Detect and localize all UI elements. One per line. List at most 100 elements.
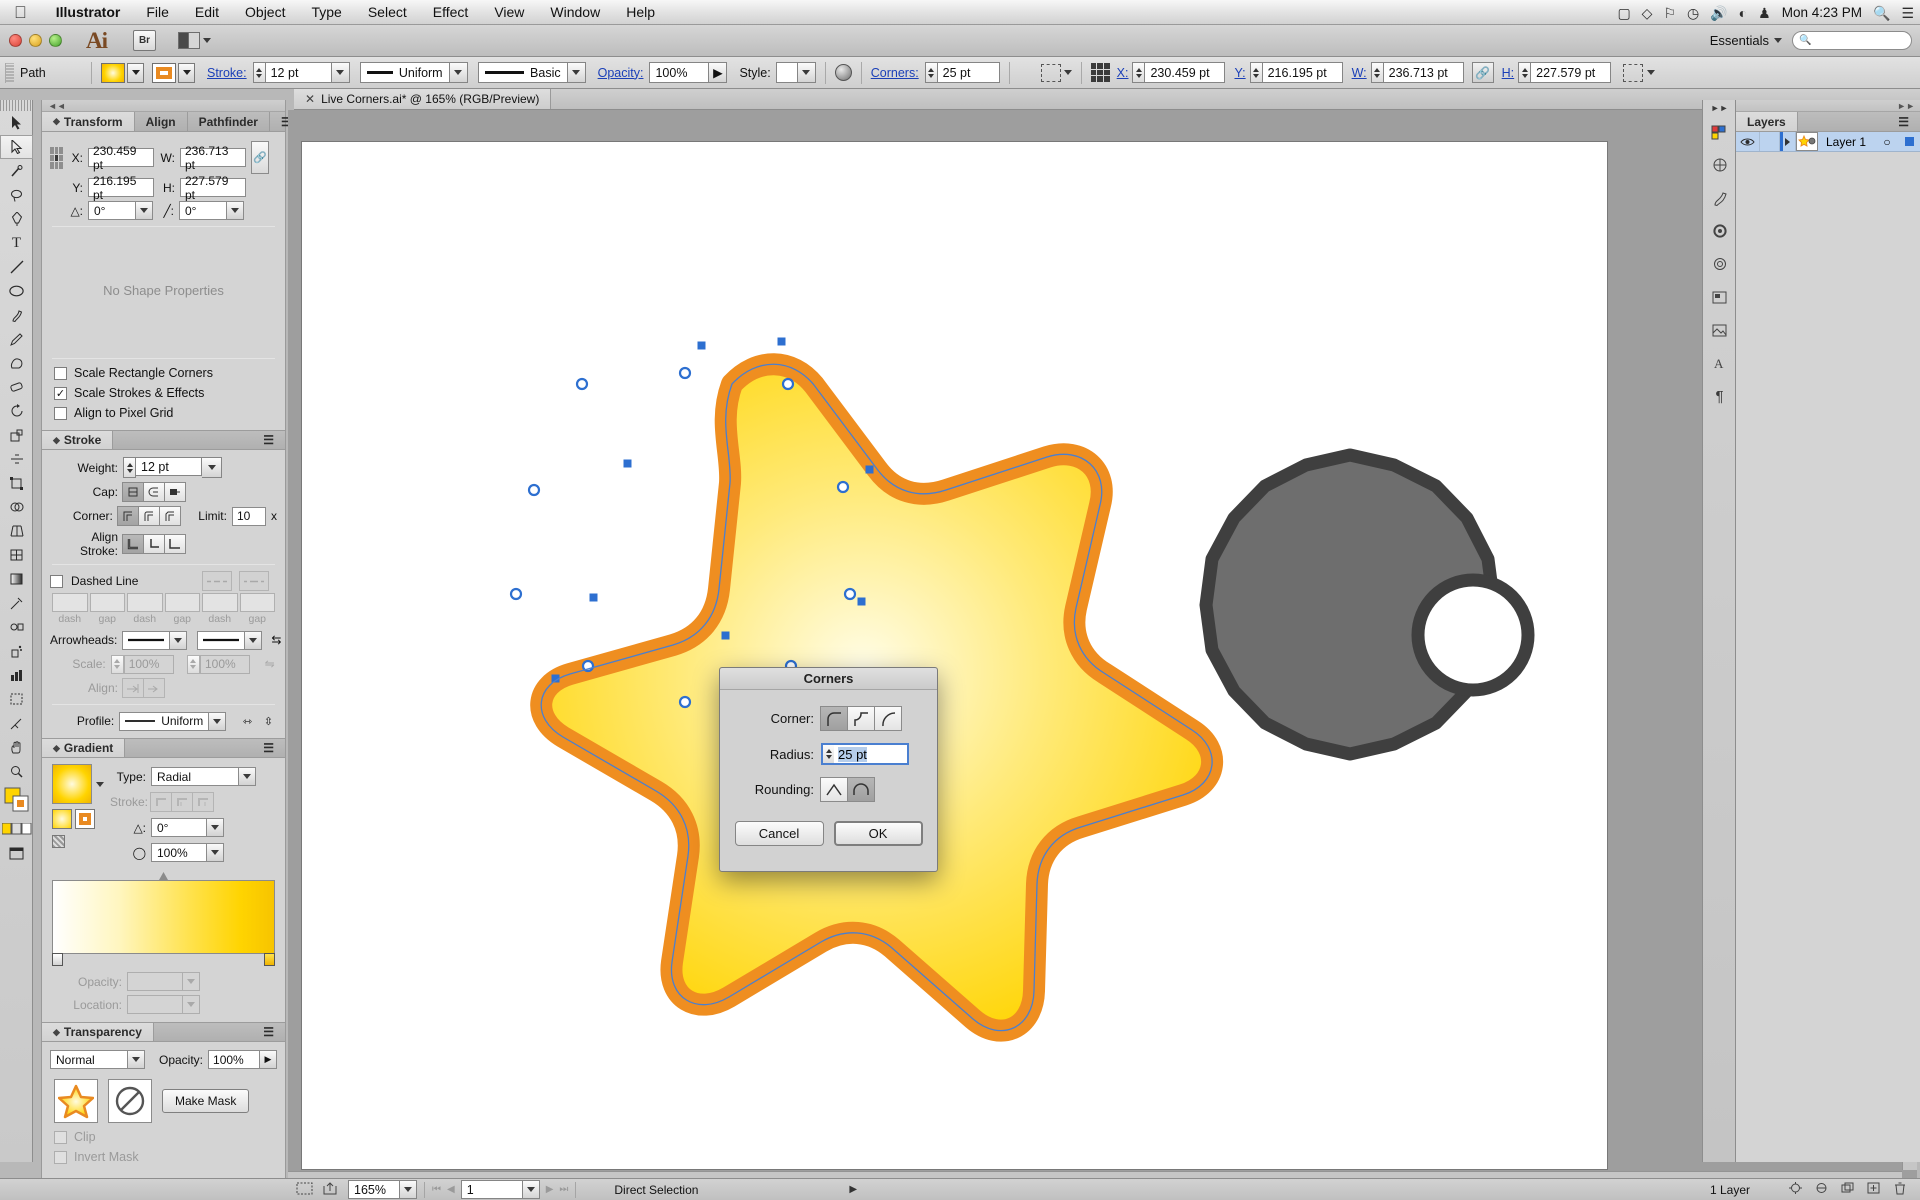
recolor-artwork-icon[interactable] <box>834 64 852 81</box>
arrowhead-end-combo[interactable] <box>197 630 263 650</box>
gradient-midpoint-marker[interactable] <box>159 872 168 880</box>
align-stroke-outside-button[interactable] <box>164 534 186 554</box>
transform-w-input[interactable]: 236.713 pt <box>180 144 246 172</box>
perspective-grid-tool[interactable] <box>0 519 33 543</box>
stroke-profile-dropdown[interactable] <box>209 711 227 731</box>
gradient-stroke-button[interactable] <box>75 809 95 829</box>
miter-join-button[interactable] <box>116 506 139 526</box>
height-label[interactable]: H: <box>1502 66 1515 80</box>
dash-adjust-button[interactable] <box>239 571 269 591</box>
make-mask-button[interactable]: Make Mask <box>162 1089 250 1113</box>
selection-tool[interactable] <box>0 111 33 135</box>
dropbox-icon[interactable]: ◇ <box>1642 6 1653 20</box>
layer-lock-toggle[interactable] <box>1760 132 1780 151</box>
gradient-angle-combo[interactable]: 0° <box>151 818 224 837</box>
eraser-tool[interactable] <box>0 375 33 399</box>
create-new-layer-icon[interactable] <box>1867 1182 1880 1197</box>
invert-mask-checkbox[interactable] <box>54 1150 67 1164</box>
gradient-fill-swatch[interactable] <box>52 764 92 804</box>
document-tab[interactable]: ✕ Live Corners.ai* @ 165% (RGB/Preview) <box>294 89 552 109</box>
artboard-number-combo[interactable]: 1 <box>460 1180 540 1199</box>
column-graph-tool[interactable] <box>0 663 33 687</box>
stroke-weight-dropdown[interactable] <box>331 62 350 83</box>
align-stroke-center-button[interactable] <box>122 534 144 554</box>
stroke-profile-combo[interactable]: Uniform <box>119 711 227 731</box>
menu-select[interactable]: Select <box>355 0 420 25</box>
round-corner-icon[interactable] <box>820 706 848 731</box>
gradient-stop-start[interactable] <box>52 953 63 966</box>
absolute-rounding-icon[interactable] <box>847 777 875 802</box>
workspace-switcher[interactable]: Essentials <box>1710 33 1782 48</box>
gradient-tool[interactable] <box>0 567 33 591</box>
corners-stepper[interactable] <box>924 62 938 83</box>
gradient-aspect-value[interactable]: 100% <box>151 843 207 862</box>
artboard-number-dropdown[interactable] <box>522 1180 540 1199</box>
flip-across-icon[interactable]: ⇳ <box>260 711 277 731</box>
chevron-down-icon[interactable] <box>1647 70 1656 75</box>
fill-stroke-indicator[interactable] <box>0 783 33 817</box>
transform-angle-dropdown[interactable] <box>136 201 153 220</box>
layers-dock-collapse[interactable]: ►► <box>1736 100 1920 112</box>
dash-input-1[interactable] <box>52 593 88 612</box>
menu-edit[interactable]: Edit <box>182 0 232 25</box>
paragraph-icon[interactable]: ¶ <box>1703 380 1736 413</box>
x-position-value[interactable]: 230.459 pt <box>1145 62 1226 83</box>
opacity-label[interactable]: Opacity: <box>598 66 644 80</box>
y-position-label[interactable]: Y: <box>1234 66 1245 80</box>
tab-stroke[interactable]: ◆ Stroke <box>42 431 114 449</box>
gradient-slider-bar[interactable] <box>52 880 275 954</box>
fill-dropdown-button[interactable] <box>127 62 144 83</box>
tools-panel-grip[interactable] <box>0 100 32 111</box>
opacity-value[interactable]: 100% <box>649 62 710 83</box>
transform-shear-dropdown[interactable] <box>227 201 244 220</box>
slice-tool[interactable] <box>0 711 33 735</box>
bluetooth-icon[interactable]: ⚐ <box>1663 6 1676 20</box>
display-icon[interactable]: ▢ <box>1617 6 1630 20</box>
tab-transform[interactable]: ◆ Transform <box>42 112 135 131</box>
align-to-pixel-grid-row[interactable]: Align to Pixel Grid <box>42 403 285 423</box>
gradient-aspect-combo[interactable]: 100% <box>151 843 224 862</box>
menu-effect[interactable]: Effect <box>420 0 482 25</box>
eyedropper-tool[interactable] <box>0 591 33 615</box>
gradient-presets-chevron-icon[interactable] <box>96 781 104 787</box>
miter-limit-input[interactable]: 10 <box>231 506 266 526</box>
symbols-icon[interactable] <box>1703 215 1736 248</box>
stroke-color-swatch[interactable] <box>152 62 176 83</box>
round-join-button[interactable] <box>137 506 160 526</box>
brushes-icon[interactable] <box>1703 182 1736 215</box>
shape-builder-tool[interactable] <box>0 495 33 519</box>
corners-dialog[interactable]: Corners Corner: Radius: 25 pt Rounding: … <box>719 667 938 872</box>
layer-row-1[interactable]: Layer 1 ○ <box>1736 132 1920 152</box>
gap-input-2[interactable] <box>164 593 200 612</box>
scale-strokes-effects-checkbox[interactable]: ✓ <box>54 386 67 400</box>
width-stepper[interactable] <box>1370 62 1384 83</box>
transparency-opacity-flyout[interactable]: ▶ <box>260 1050 278 1069</box>
height-combo[interactable]: 227.579 pt <box>1518 62 1612 83</box>
tab-gradient[interactable]: ◆ Gradient <box>42 739 126 757</box>
minimize-window-button[interactable] <box>29 34 42 47</box>
width-profile-dropdown[interactable] <box>449 62 468 83</box>
width-profile-combo[interactable]: Uniform <box>359 62 468 83</box>
tab-layers[interactable]: Layers <box>1736 112 1798 131</box>
export-icon[interactable] <box>323 1181 338 1198</box>
mac-clock[interactable]: Mon 4:23 PM <box>1782 5 1862 20</box>
align-to-pixel-grid-checkbox[interactable] <box>54 406 67 420</box>
layer-name[interactable]: Layer 1 <box>1818 135 1876 149</box>
zoom-level-value[interactable]: 165% <box>348 1180 400 1199</box>
graphic-style-swatch[interactable] <box>775 62 798 83</box>
cancel-button[interactable]: Cancel <box>734 821 824 846</box>
corner-style-group[interactable] <box>820 706 902 731</box>
close-icon[interactable]: ✕ <box>305 92 315 106</box>
cap-button-group[interactable] <box>122 482 186 502</box>
gradient-panel-menu-icon[interactable]: ☰ <box>252 739 285 757</box>
stroke-weight-stepper[interactable] <box>123 457 136 478</box>
layer-selection-indicator[interactable] <box>1898 132 1920 151</box>
arrowhead-start-combo[interactable] <box>122 630 188 650</box>
corner-button-group[interactable] <box>116 506 181 526</box>
graphic-style-dropdown[interactable] <box>797 62 816 83</box>
transform-reference-point[interactable] <box>50 147 63 169</box>
y-position-combo[interactable]: 216.195 pt <box>1249 62 1343 83</box>
stroke-weight-input[interactable]: 12 pt <box>136 457 202 476</box>
width-value[interactable]: 236.713 pt <box>1383 62 1464 83</box>
clip-row[interactable]: Clip <box>42 1123 285 1147</box>
